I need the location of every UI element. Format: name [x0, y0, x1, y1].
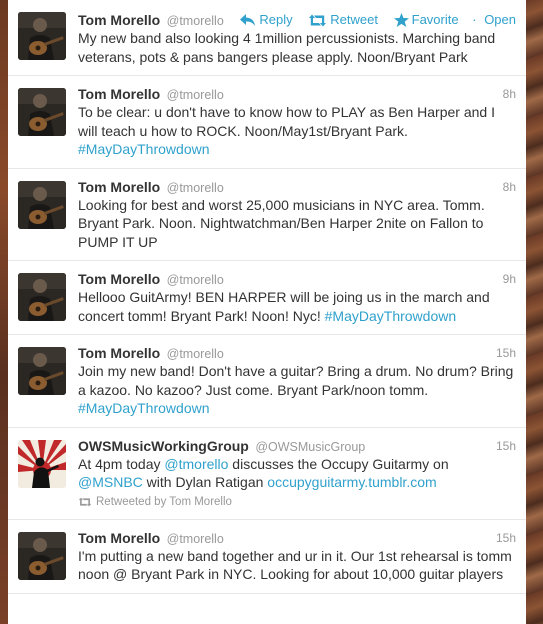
tweet-text-part: At 4pm today [78, 455, 161, 472]
tweet-header: Tom Morello @tmorello 8h [78, 177, 516, 197]
mention-link[interactable]: @MSNBC [78, 474, 143, 490]
retweeted-by[interactable]: Retweeted by Tom Morello [78, 494, 516, 510]
reply-label: Reply [259, 12, 293, 27]
tweet-header: Tom Morello @tmorello 15h [78, 528, 516, 548]
tweet[interactable]: OWSMusicWorkingGroup @OWSMusicGroup 15h … [8, 427, 526, 520]
hashtag-link[interactable]: #MayDayThrowdown [78, 400, 210, 416]
tweet[interactable]: Tom Morello @tmorello Reply Retweet Favo… [8, 0, 526, 76]
tweet-author-name[interactable]: Tom Morello [78, 179, 160, 195]
tweet-author-handle[interactable]: @tmorello [167, 273, 224, 287]
tweet-author-name[interactable]: Tom Morello [78, 86, 160, 102]
tweet-author-handle[interactable]: @tmorello [167, 347, 224, 361]
retweet-icon [78, 497, 92, 506]
tweet-text-part: with Dylan Ratigan [146, 474, 264, 490]
guitarist-avatar-icon [18, 531, 66, 580]
avatar[interactable] [18, 531, 66, 580]
tweet-text: To be clear: u don't have to know how to… [78, 103, 516, 159]
guitarist-avatar-icon [18, 180, 66, 229]
url-link[interactable]: occupyguitarmy.tumblr.com [267, 474, 436, 490]
tweet-author-name[interactable]: OWSMusicWorkingGroup [78, 438, 249, 454]
tweet-text-body: I'm putting a new band together and ur i… [78, 547, 512, 583]
ows-sunburst-avatar-icon [18, 439, 66, 488]
avatar[interactable] [18, 12, 66, 60]
avatar[interactable] [18, 180, 66, 229]
tweet-text-body: Join my new band! Don't have a guitar? B… [78, 363, 514, 398]
tweet-text-part: discusses the Occupy Guitarmy on [232, 455, 449, 472]
guitarist-avatar-icon [18, 88, 66, 136]
hashtag-link[interactable]: #MayDayThrowdown [325, 308, 457, 324]
tweet-text: I'm putting a new band together and ur i… [78, 547, 516, 584]
tweet-author-handle[interactable]: @tmorello [167, 14, 224, 28]
avatar[interactable] [18, 439, 66, 488]
tweet-timestamp[interactable]: 8h [503, 177, 516, 197]
tweet[interactable]: Tom Morello @tmorello 15h I'm putting a … [8, 519, 526, 594]
tweet[interactable]: Tom Morello @tmorello 9h Hellooo GuitArm… [8, 261, 526, 335]
tweet-author-handle[interactable]: @tmorello [167, 181, 224, 195]
avatar[interactable] [18, 347, 66, 395]
page-background-right [526, 0, 543, 624]
hashtag-link[interactable]: #MayDayThrowdown [78, 141, 210, 157]
retweet-icon [309, 14, 327, 27]
tweet-timestamp[interactable]: 15h [496, 343, 516, 363]
tweet-header: Tom Morello @tmorello Reply Retweet Favo… [78, 10, 516, 30]
favorite-label: Favorite [411, 12, 459, 27]
tweet[interactable]: Tom Morello @tmorello 8h To be clear: u … [8, 76, 526, 169]
tweet-author-handle[interactable]: @tmorello [167, 532, 224, 546]
tweet-text-body: My new band also looking 4 1million perc… [78, 30, 496, 65]
tweet[interactable]: Tom Morello @tmorello 8h Looking for bes… [8, 168, 526, 261]
page-background-left [0, 0, 8, 624]
action-separator: · [472, 12, 477, 27]
tweet-header: Tom Morello @tmorello 9h [78, 269, 516, 289]
tweet-timestamp[interactable]: 8h [503, 84, 516, 104]
tweet-header: Tom Morello @tmorello 8h [78, 84, 516, 104]
tweet-author-name[interactable]: Tom Morello [78, 530, 160, 546]
tweet[interactable]: Tom Morello @tmorello 15h Join my new ba… [8, 335, 526, 428]
tweet-text: At 4pm today @tmorello discusses the Occ… [78, 455, 516, 492]
avatar[interactable] [18, 88, 66, 136]
tweet-author-name[interactable]: Tom Morello [78, 12, 160, 28]
tweet-header: OWSMusicWorkingGroup @OWSMusicGroup 15h [78, 436, 516, 456]
reply-icon [240, 14, 256, 26]
guitarist-avatar-icon [18, 273, 66, 321]
tweet-text: Hellooo GuitArmy! BEN HARPER will be joi… [78, 288, 516, 325]
tweet-text-body: Looking for best and worst 25,000 musici… [78, 196, 485, 250]
tweet-timeline: Tom Morello @tmorello Reply Retweet Favo… [8, 0, 526, 624]
retweet-button[interactable]: Retweet [308, 10, 378, 30]
tweet-text: My new band also looking 4 1million perc… [78, 29, 516, 66]
tweet-actions: Reply Retweet Favorite · Open [228, 10, 516, 30]
tweet-author-name[interactable]: Tom Morello [78, 345, 160, 361]
tweet-author-handle[interactable]: @tmorello [167, 88, 224, 102]
star-icon [393, 13, 409, 27]
reply-button[interactable]: Reply [240, 10, 293, 30]
tweet-text: Looking for best and worst 25,000 musici… [78, 196, 516, 252]
tweet-timestamp[interactable]: 15h [496, 436, 516, 456]
tweet-text: Join my new band! Don't have a guitar? B… [78, 362, 516, 418]
favorite-button[interactable]: Favorite [393, 10, 459, 30]
retweeted-by-label: Retweeted by Tom Morello [96, 495, 232, 508]
guitarist-avatar-icon [18, 347, 66, 395]
mention-link[interactable]: @tmorello [164, 456, 228, 472]
open-button[interactable]: Open [484, 10, 516, 30]
tweet-text-body: To be clear: u don't have to know how to… [78, 104, 495, 139]
tweet-timestamp[interactable]: 9h [503, 269, 516, 289]
tweet-timestamp[interactable]: 15h [496, 528, 516, 548]
tweet-header: Tom Morello @tmorello 15h [78, 343, 516, 363]
retweet-label: Retweet [330, 12, 378, 27]
guitarist-avatar-icon [18, 12, 66, 60]
tweet-author-name[interactable]: Tom Morello [78, 271, 160, 287]
tweet-author-handle[interactable]: @OWSMusicGroup [255, 440, 365, 454]
avatar[interactable] [18, 273, 66, 321]
